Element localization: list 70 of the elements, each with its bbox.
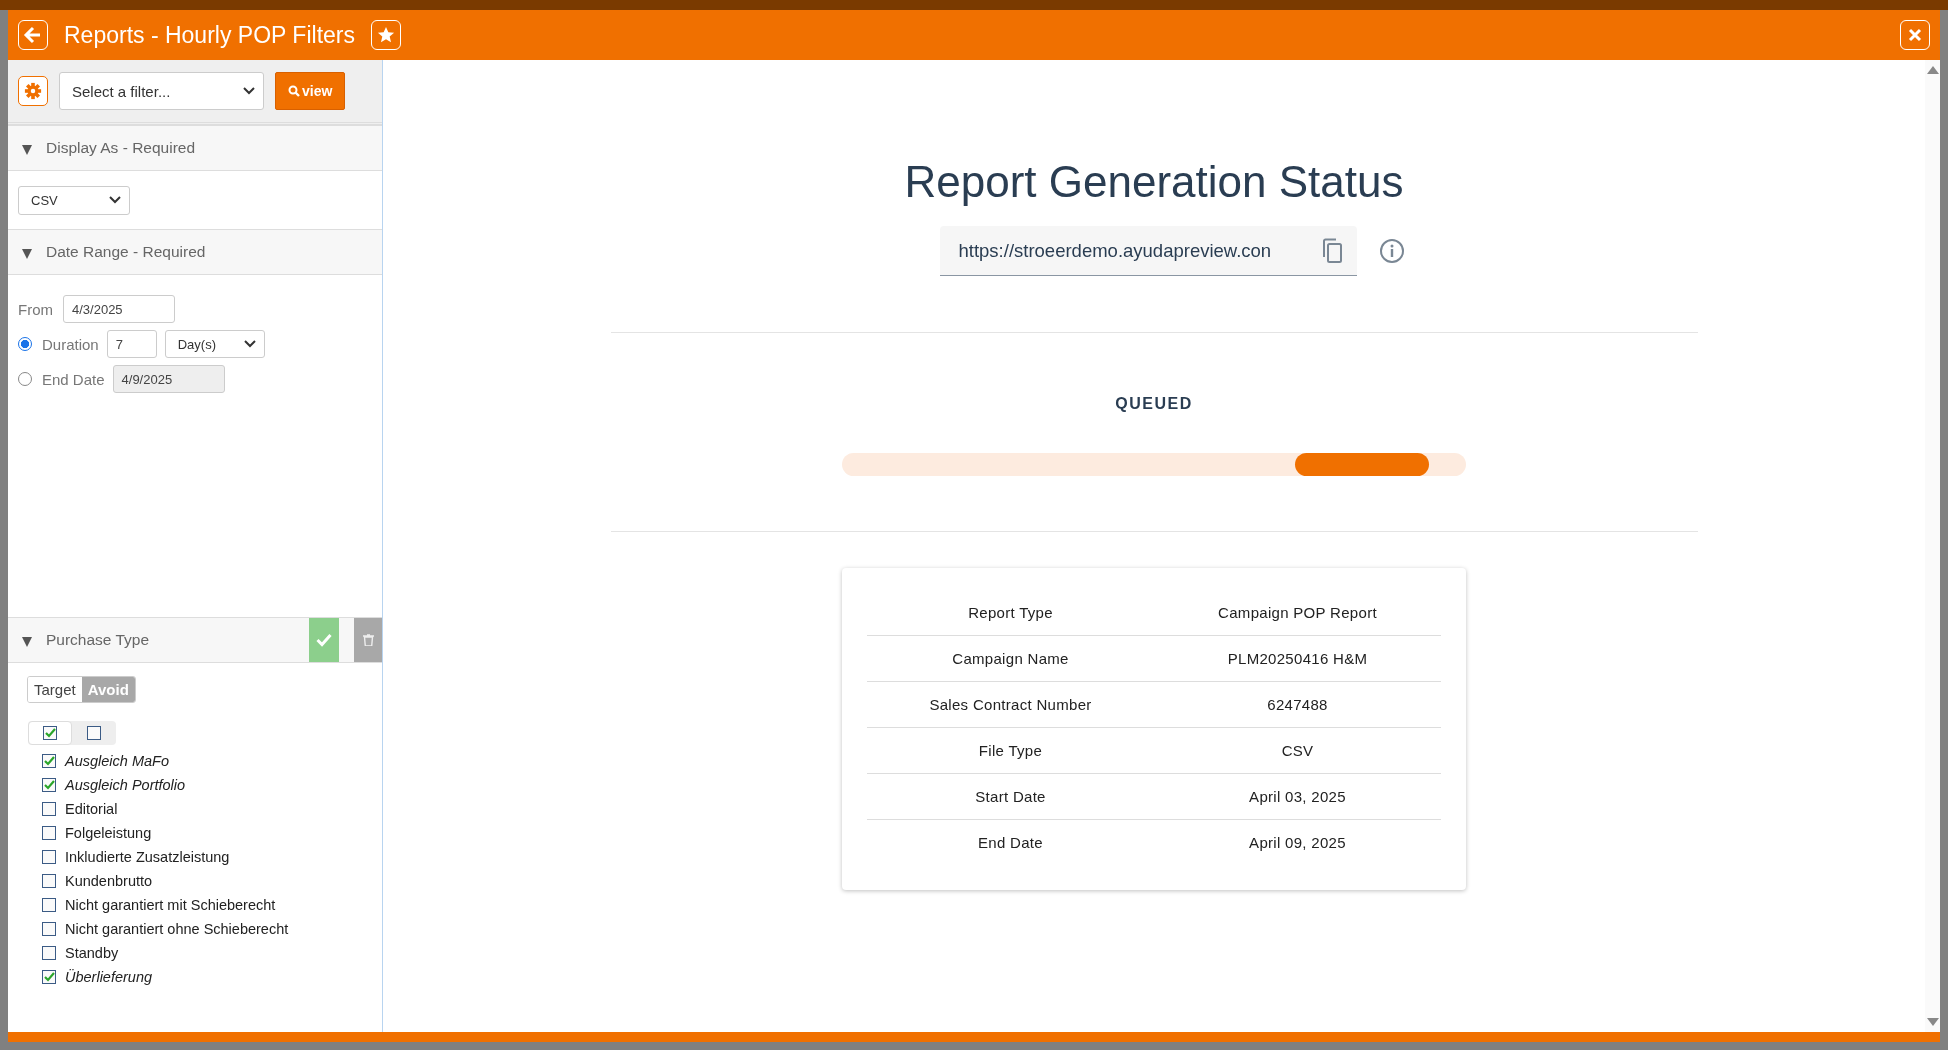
from-date-field[interactable]: 4/3/2025: [63, 295, 175, 323]
option-label: Standby: [65, 945, 119, 961]
option-label: Ausgleich Portfolio: [65, 777, 186, 793]
option-label: End Date: [42, 370, 105, 388]
option-label: Editorial: [65, 801, 118, 817]
filter-select[interactable]: Select a filter...: [59, 72, 264, 110]
info-icon[interactable]: [1378, 238, 1405, 264]
trash-icon: [362, 634, 374, 646]
checkbox[interactable]: [42, 922, 56, 936]
checkbox[interactable]: [42, 946, 56, 960]
end-date-field[interactable]: 4/9/2025: [112, 365, 225, 393]
option-label: Kundenbrutto: [65, 873, 153, 889]
scrollbar[interactable]: [1925, 60, 1940, 1032]
radio-button[interactable]: [18, 337, 32, 351]
status-text: QUEUED: [1115, 395, 1193, 413]
option-label: Nicht garantiert mit Schieberecht: [65, 897, 276, 913]
checkbox[interactable]: [87, 726, 101, 740]
search-icon: [288, 85, 300, 97]
detail-name: End Date: [977, 834, 1044, 851]
star-icon: [377, 26, 395, 44]
checkbox[interactable]: [42, 970, 56, 984]
back-button[interactable]: [18, 20, 48, 50]
detail-value: PLM20250416 H&M: [1226, 650, 1369, 667]
from-label: From: [18, 300, 53, 318]
radio-button[interactable]: [18, 372, 32, 386]
settings-icon: [24, 82, 42, 100]
section-header[interactable]: Display As - Required: [8, 125, 382, 171]
dialog-title: Reports - Hourly POP Filters: [64, 21, 355, 49]
checkbox[interactable]: [43, 726, 57, 740]
detail-name: Sales Contract Number: [928, 696, 1093, 713]
favorite-button[interactable]: [371, 20, 401, 50]
detail-value: April 03, 2025: [1248, 788, 1347, 805]
close-button[interactable]: [1900, 20, 1930, 50]
copy-icon[interactable]: [1320, 237, 1343, 264]
settings-button[interactable]: [18, 76, 48, 106]
option-label: Inkludierte Zusatzleistung: [65, 849, 230, 865]
checkbox[interactable]: [42, 826, 56, 840]
checkbox[interactable]: [42, 850, 56, 864]
duration-field[interactable]: 7: [106, 330, 157, 358]
format-select[interactable]: CSV: [18, 185, 130, 215]
close-icon: [1908, 28, 1922, 42]
detail-name: Report Type: [967, 604, 1054, 621]
section-header[interactable]: Date Range - Required: [8, 229, 382, 275]
detail-value: 6247488: [1266, 696, 1329, 713]
checkbox[interactable]: [42, 802, 56, 816]
option-label: Überlieferung: [65, 969, 153, 985]
scroll-down-icon[interactable]: [1926, 1018, 1939, 1026]
url-field[interactable]: https://stroeerdemo.ayudapreview.con: [939, 226, 1357, 276]
scroll-up-icon[interactable]: [1926, 66, 1939, 74]
detail-value: CSV: [1280, 742, 1315, 759]
checkbox[interactable]: [42, 874, 56, 888]
checkbox[interactable]: [42, 778, 56, 792]
page-title: Report Generation Status: [904, 160, 1404, 204]
checkmark-icon: [316, 633, 332, 647]
chevron-down-icon: [243, 340, 256, 348]
checkbox[interactable]: [42, 754, 56, 768]
option-label: Folgeleistung: [65, 825, 152, 841]
detail-name: File Type: [977, 742, 1044, 759]
detail-value: April 09, 2025: [1248, 834, 1347, 851]
option-label: Duration: [42, 335, 99, 353]
option-label: Ausgleich MaFo: [65, 753, 169, 769]
detail-name: Start Date: [974, 788, 1047, 805]
detail-name: Campaign Name: [951, 650, 1070, 667]
detail-value: Campaign POP Report: [1217, 604, 1378, 621]
unit-select[interactable]: Day(s): [164, 330, 265, 358]
chevron-down-icon: [243, 87, 255, 95]
option-label: Nicht garantiert ohne Schieberecht: [65, 921, 289, 937]
back-arrow-icon: [23, 25, 43, 45]
checkbox[interactable]: [42, 898, 56, 912]
chevron-down-icon: [109, 196, 121, 204]
